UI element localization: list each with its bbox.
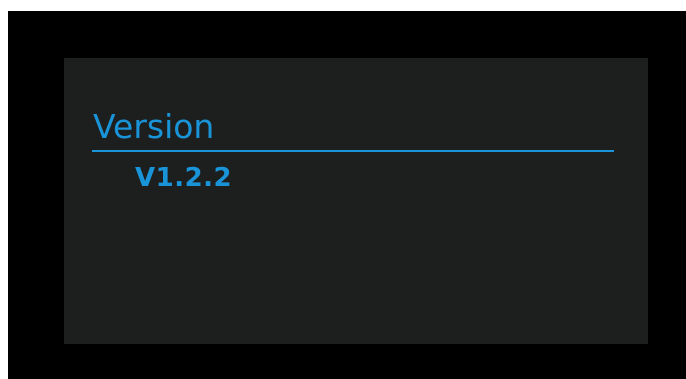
version-value: V1.2.2 <box>135 163 233 193</box>
device-frame: Version V1.2.2 <box>8 11 686 379</box>
page-title: Version <box>93 107 215 146</box>
title-divider <box>92 150 614 152</box>
version-screen: Version V1.2.2 <box>64 58 648 344</box>
